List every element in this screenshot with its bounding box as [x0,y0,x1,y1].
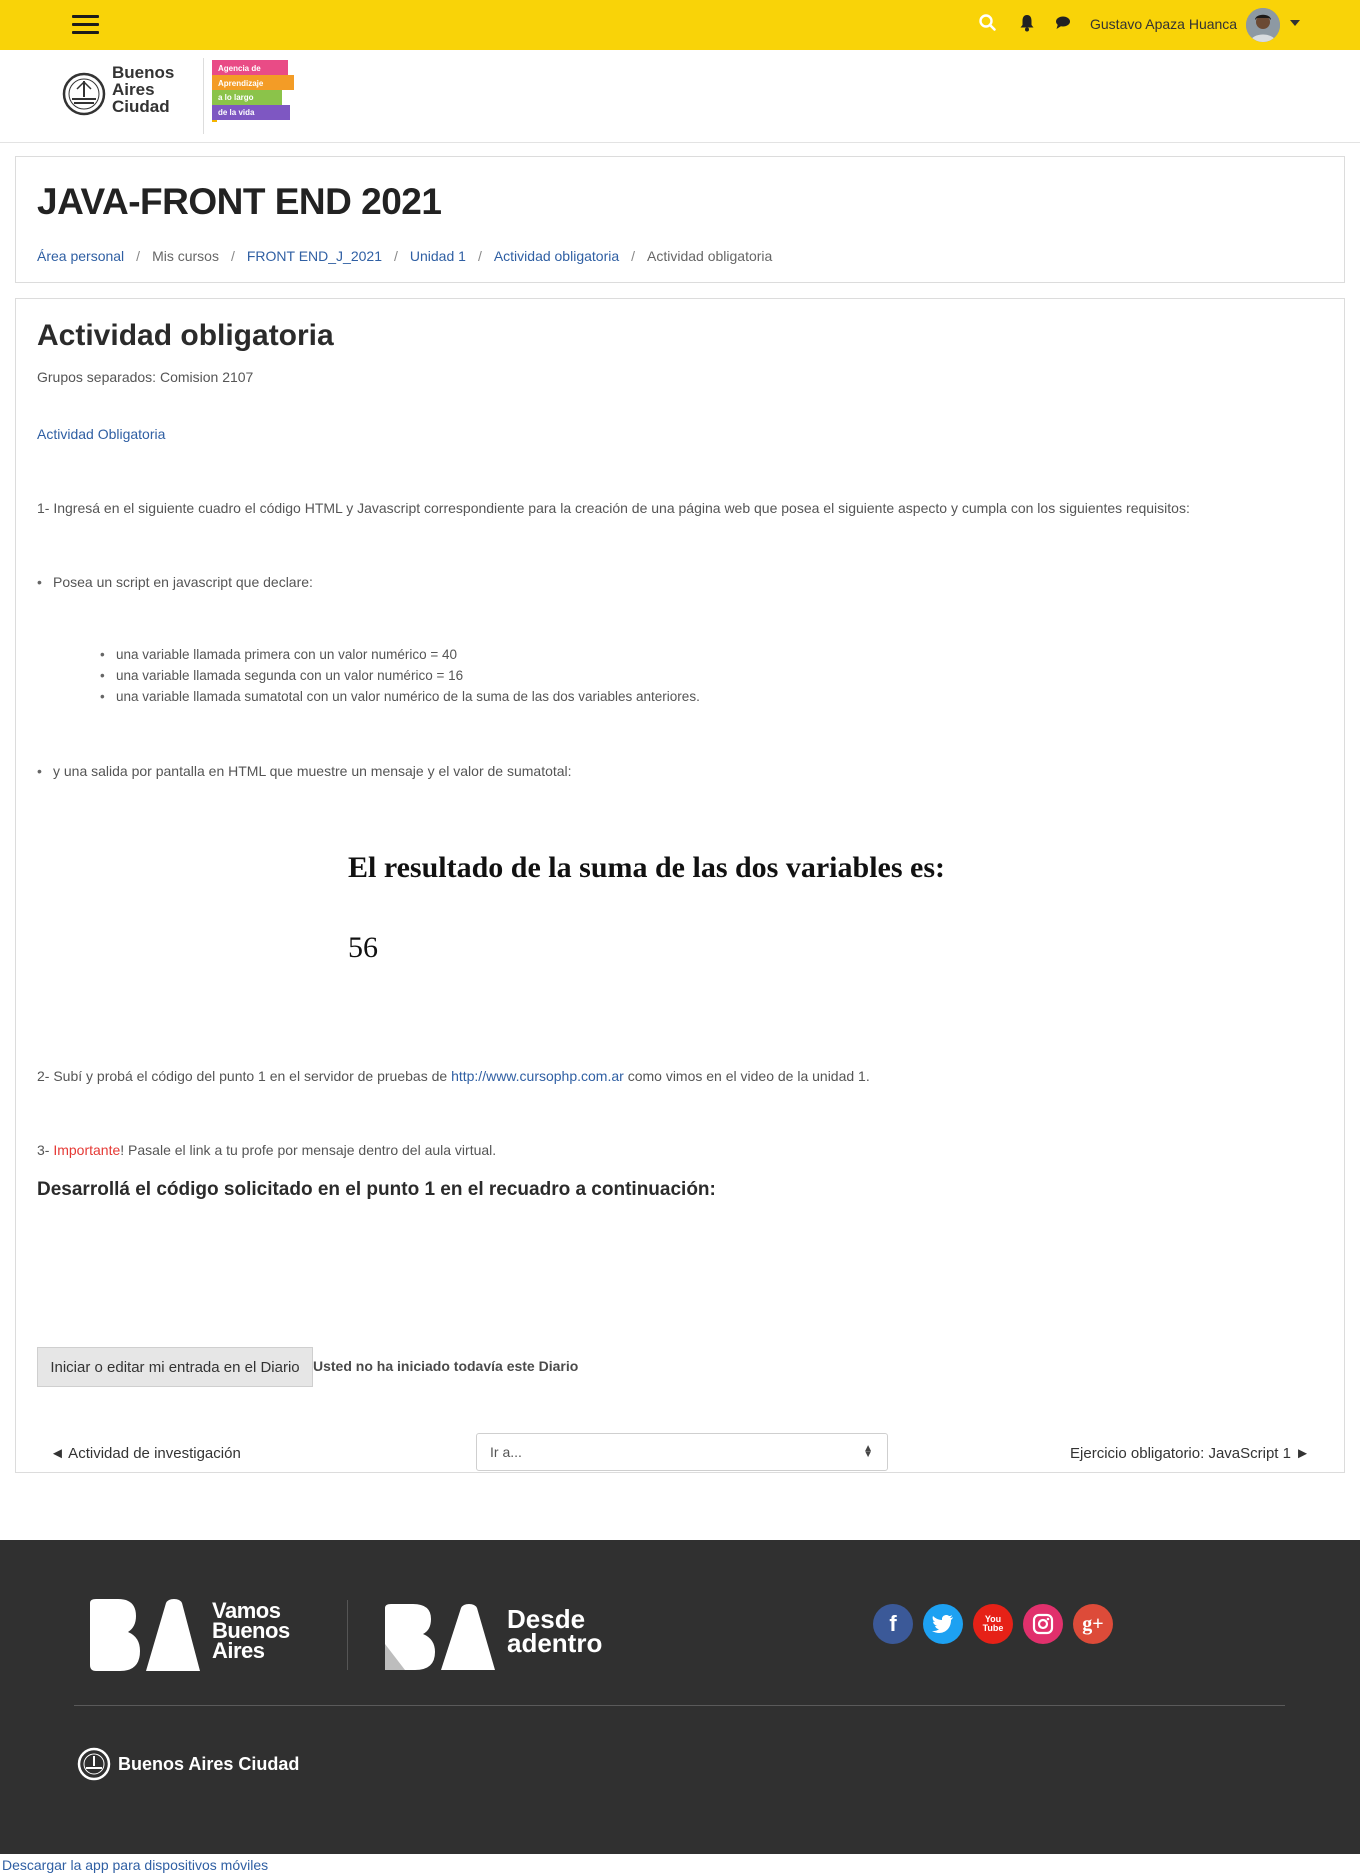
google-plus-icon[interactable]: g+ [1073,1604,1113,1644]
breadcrumb-current: Actividad obligatoria [647,248,773,264]
code-section-heading: Desarrollá el código solicitado en el pu… [37,1179,716,1200]
journal-entry-button[interactable]: Iniciar o editar mi entrada en el Diario [37,1347,313,1387]
desde-adentro-text: Desde adentro [507,1604,603,1658]
course-header: JAVA-FRONT END 2021 Área personal / Mis cu… [15,156,1345,283]
instagram-icon[interactable] [1023,1604,1063,1644]
brand-bar: Buenos Aires Ciudad Agencia de Aprendiza… [0,50,1360,143]
instruction-3: 3- Importante! Pasale el link a tu profe… [37,1142,497,1158]
ba-vamos-logo-icon [90,1599,200,1671]
city-logo-text: Buenos Aires Ciudad [112,63,175,116]
main-content: Actividad obligatoria Grupos separados: … [15,298,1345,1473]
cursophp-link[interactable]: http://www.cursophp.com.ar [451,1068,624,1084]
breadcrumb-course[interactable]: FRONT END_J_2021 [247,248,382,264]
instruction-1: 1- Ingresá en el siguiente cuadro el cód… [37,500,1190,516]
agency-logo: Agencia de Aprendizaje a lo largo de la … [212,60,300,122]
groups-label: Grupos separados: Comision 2107 [37,369,254,385]
mobile-app-link[interactable]: Descargar la app para dispositivos móvil… [2,1857,268,1873]
chat-icon[interactable] [1052,12,1074,34]
select-arrows-icon: ▲ ▼ [863,1443,873,1460]
breadcrumb-my-courses: Mis cursos [152,248,219,264]
city-crest-icon [62,72,106,116]
breadcrumb-unit[interactable]: Unidad 1 [410,248,466,264]
bullet-script: Posea un script en javascript que declar… [37,574,313,590]
next-activity-link[interactable]: Ejercicio obligatorio: JavaScript 1 ► [1070,1445,1310,1462]
activity-link[interactable]: Actividad Obligatoria [37,426,165,442]
menu-icon[interactable] [72,15,99,35]
breadcrumb-home[interactable]: Área personal [37,248,124,264]
footer: Vamos Buenos Aires Desde adentro f You T… [0,1540,1360,1854]
course-title: JAVA-FRONT END 2021 [37,181,442,222]
sub-bullet-1: una variable llamada primera con un valo… [100,647,457,662]
jump-to-select[interactable]: Ir a... ▲ ▼ [476,1433,888,1471]
youtube-icon[interactable]: You Tube [973,1604,1013,1644]
footer-city-name: Buenos Aires Ciudad [118,1754,300,1774]
twitter-icon[interactable] [923,1604,963,1644]
instruction-2: 2- Subí y probá el código del punto 1 en… [37,1068,870,1084]
breadcrumb: Área personal / Mis cursos / FRONT END_J_202… [37,248,773,264]
prev-activity-link[interactable]: ◄ Actividad de investigación [50,1445,241,1462]
ba-desde-adentro-logo-icon [385,1604,495,1670]
bullet-output: y una salida por pantalla en HTML que mu… [37,763,572,779]
facebook-icon[interactable]: f [873,1604,913,1644]
user-name[interactable]: Gustavo Apaza Huanca [1090,16,1237,32]
important-label: Importante [53,1142,121,1158]
result-heading: El resultado de la suma de las dos varia… [348,851,945,884]
sub-bullet-3: una variable llamada sumatotal con un va… [100,689,700,704]
sub-bullet-2: una variable llamada segunda con un valo… [100,668,463,683]
bell-icon[interactable] [1016,12,1038,34]
page-title: Actividad obligatoria [37,319,334,352]
vamos-buenos-aires-text: Vamos Buenos Aires [212,1598,290,1663]
avatar[interactable] [1246,8,1280,42]
top-navbar: Gustavo Apaza Huanca [0,0,1360,50]
breadcrumb-activity[interactable]: Actividad obligatoria [494,248,619,264]
search-icon[interactable] [977,12,999,34]
journal-status: Usted no ha iniciado todavía este Diario [313,1358,579,1374]
footer-city-crest-icon [77,1747,111,1781]
chevron-down-icon[interactable] [1290,20,1300,26]
result-value: 56 [348,931,378,964]
